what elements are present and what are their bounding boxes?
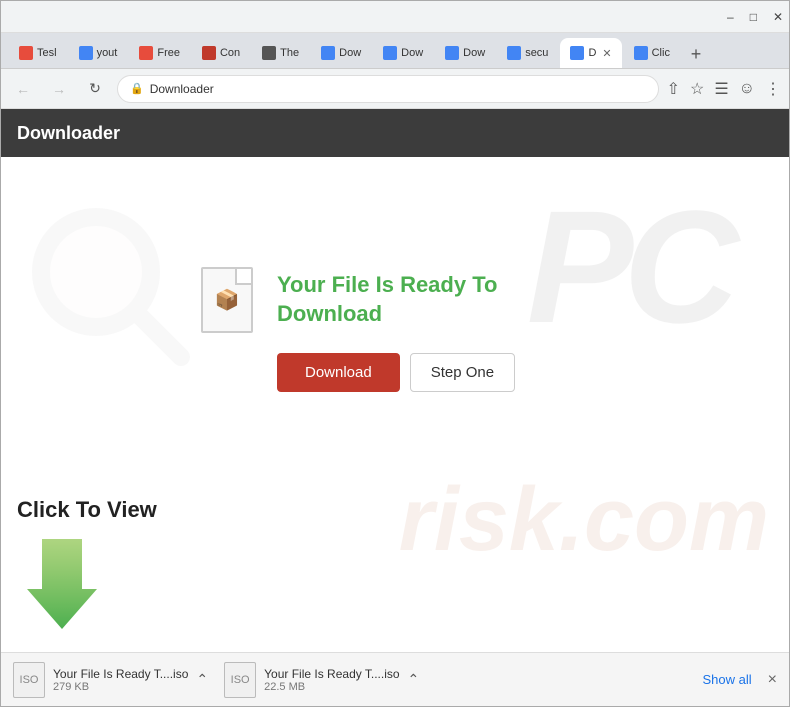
tab-clic[interactable]: Clic bbox=[624, 38, 680, 68]
tab-dow1[interactable]: Dow bbox=[311, 38, 371, 68]
download-section: 📦 Your File Is Ready ToDownload Download… bbox=[201, 267, 749, 392]
tab-free[interactable]: Free bbox=[129, 38, 190, 68]
tab-label: Con bbox=[220, 47, 240, 59]
click-to-view-text: Click To View bbox=[17, 497, 157, 523]
address-input[interactable]: 🔒 Downloader bbox=[117, 75, 659, 103]
tabstrip-icon[interactable]: ☰ bbox=[714, 79, 728, 99]
tab-label: Free bbox=[157, 47, 180, 59]
arrow-down-icon bbox=[27, 539, 97, 629]
menu-icon[interactable]: ⋮ bbox=[765, 79, 781, 99]
download-button[interactable]: Download bbox=[277, 353, 400, 392]
tab-youtube[interactable]: yout bbox=[69, 38, 128, 68]
browser-window: – □ ✕ Tesl yout Free Con The Dow bbox=[0, 0, 790, 707]
app-title: Downloader bbox=[17, 123, 120, 144]
share-icon[interactable]: ⇧ bbox=[667, 79, 680, 99]
tab-label: Dow bbox=[339, 47, 361, 59]
tab-bar: Tesl yout Free Con The Dow Dow Dow bbox=[1, 33, 789, 69]
tab-downloader-active[interactable]: D ✕ bbox=[560, 38, 621, 68]
download-chevron-1[interactable]: ⌃ bbox=[196, 671, 208, 688]
watermark-risk-text: risk.com bbox=[399, 469, 769, 572]
address-bar: ← → ↻ 🔒 Downloader ⇧ ☆ ☰ ☺ ⋮ bbox=[1, 69, 789, 109]
download-chevron-2[interactable]: ⌃ bbox=[408, 671, 420, 688]
tab-label: Tesl bbox=[37, 47, 57, 59]
tab-label: yout bbox=[97, 47, 118, 59]
reload-button[interactable]: ↻ bbox=[81, 75, 109, 103]
download-info-1: Your File Is Ready T....iso 279 KB bbox=[53, 667, 188, 693]
tab-label: Clic bbox=[652, 47, 670, 59]
page-content: PC risk.com 📦 Your File Is Ready ToDownl… bbox=[1, 157, 789, 652]
tab-dow2[interactable]: Dow bbox=[373, 38, 433, 68]
app-navbar: Downloader bbox=[1, 109, 789, 157]
download-size-2: 22.5 MB bbox=[264, 681, 399, 693]
download-name-1: Your File Is Ready T....iso bbox=[53, 667, 188, 681]
download-file-icon-2: ISO bbox=[224, 662, 256, 698]
file-type-label-2: ISO bbox=[231, 674, 250, 686]
download-item-2: ISO Your File Is Ready T....iso 22.5 MB … bbox=[224, 662, 419, 698]
file-icon: 📦 bbox=[201, 267, 253, 333]
title-bar: – □ ✕ bbox=[1, 1, 789, 33]
tab-dow3[interactable]: Dow bbox=[435, 38, 495, 68]
profile-icon[interactable]: ☺ bbox=[739, 80, 755, 98]
download-item-1: ISO Your File Is Ready T....iso 279 KB ⌃ bbox=[13, 662, 208, 698]
tab-label: D bbox=[588, 47, 596, 59]
lock-icon: 🔒 bbox=[130, 82, 144, 95]
ready-text: Your File Is Ready ToDownload bbox=[277, 271, 497, 328]
downloads-bar: ISO Your File Is Ready T....iso 279 KB ⌃… bbox=[1, 652, 789, 706]
toolbar-right: ⇧ ☆ ☰ ☺ ⋮ bbox=[667, 79, 781, 99]
tab-label: Dow bbox=[463, 47, 485, 59]
download-size-1: 279 KB bbox=[53, 681, 188, 693]
show-all-button[interactable]: Show all bbox=[703, 672, 752, 687]
close-icon[interactable]: ✕ bbox=[773, 10, 783, 24]
file-type-label: ISO bbox=[20, 674, 39, 686]
downloads-close-button[interactable]: × bbox=[768, 671, 777, 689]
new-tab-button[interactable]: + bbox=[682, 40, 710, 68]
tab-close-icon[interactable]: ✕ bbox=[602, 47, 611, 60]
window-controls: – □ ✕ bbox=[727, 10, 783, 24]
zip-icon: 📦 bbox=[215, 288, 240, 313]
step-one-button[interactable]: Step One bbox=[410, 353, 515, 392]
button-row: Download Step One bbox=[277, 353, 515, 392]
tab-label: Dow bbox=[401, 47, 423, 59]
address-text: Downloader bbox=[150, 82, 214, 96]
back-button[interactable]: ← bbox=[9, 75, 37, 103]
file-row: 📦 Your File Is Ready ToDownload bbox=[201, 267, 497, 333]
tab-label: The bbox=[280, 47, 299, 59]
minimize-icon[interactable]: – bbox=[727, 10, 734, 24]
download-name-2: Your File Is Ready T....iso bbox=[264, 667, 399, 681]
click-to-view-section: Click To View bbox=[17, 497, 157, 634]
download-file-icon-1: ISO bbox=[13, 662, 45, 698]
watermark-magnify-icon bbox=[31, 207, 191, 367]
tab-label: secu bbox=[525, 47, 548, 59]
tab-secu[interactable]: secu bbox=[497, 38, 558, 68]
bookmark-icon[interactable]: ☆ bbox=[690, 79, 704, 99]
forward-button[interactable]: → bbox=[45, 75, 73, 103]
download-info-2: Your File Is Ready T....iso 22.5 MB bbox=[264, 667, 399, 693]
tab-con[interactable]: Con bbox=[192, 38, 250, 68]
restore-icon[interactable]: □ bbox=[750, 10, 757, 24]
tab-the[interactable]: The bbox=[252, 38, 309, 68]
tab-tesla[interactable]: Tesl bbox=[9, 38, 67, 68]
